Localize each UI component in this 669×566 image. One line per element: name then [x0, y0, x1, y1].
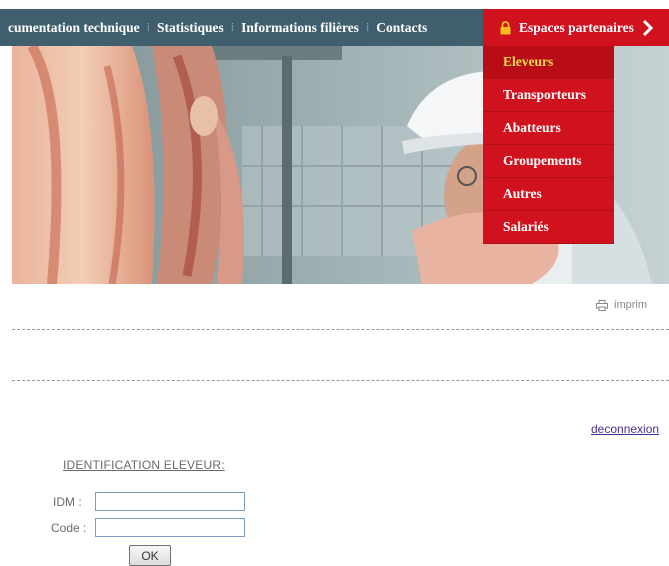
idm-field[interactable]: [95, 492, 245, 511]
espaces-partenaires-tab[interactable]: Espaces partenaires: [483, 9, 669, 46]
nav-link-contacts[interactable]: Contacts: [376, 20, 427, 36]
nav-separator: ⁞: [365, 20, 370, 34]
divider: [12, 329, 669, 330]
dropdown-item-transporteurs[interactable]: Transporteurs: [483, 79, 614, 112]
espaces-partenaires-dropdown: Eleveurs Transporteurs Abatteurs Groupem…: [483, 46, 614, 244]
print-label: imprim: [614, 299, 647, 311]
deconnexion-link[interactable]: deconnexion: [591, 422, 659, 436]
espaces-partenaires-label: Espaces partenaires: [519, 19, 634, 35]
chevron-right-icon: [642, 19, 653, 36]
nav-separator: ⁞: [230, 20, 235, 34]
code-field[interactable]: [95, 518, 245, 537]
printer-icon: [596, 299, 608, 311]
dropdown-item-eleveurs[interactable]: Eleveurs: [483, 46, 614, 79]
code-label: Code :: [51, 521, 87, 535]
dropdown-item-abatteurs[interactable]: Abatteurs: [483, 112, 614, 145]
print-link[interactable]: imprim: [596, 299, 647, 311]
nav-link-documentation[interactable]: cumentation technique: [8, 20, 140, 36]
divider: [12, 380, 669, 381]
dropdown-item-autres[interactable]: Autres: [483, 178, 614, 211]
top-navigation: cumentation technique ⁞ Statistiques ⁞ I…: [0, 9, 669, 46]
dropdown-item-salaries[interactable]: Salariés: [483, 211, 614, 244]
lock-icon: [500, 20, 511, 35]
nav-link-statistiques[interactable]: Statistiques: [157, 20, 224, 36]
nav-link-informations-filieres[interactable]: Informations filières: [241, 20, 359, 36]
idm-label: IDM :: [53, 495, 82, 509]
ok-button[interactable]: OK: [129, 545, 171, 566]
form-title: IDENTIFICATION ELEVEUR:: [63, 458, 225, 472]
nav-separator: ⁞: [146, 20, 150, 34]
dropdown-item-groupements[interactable]: Groupements: [483, 145, 614, 178]
